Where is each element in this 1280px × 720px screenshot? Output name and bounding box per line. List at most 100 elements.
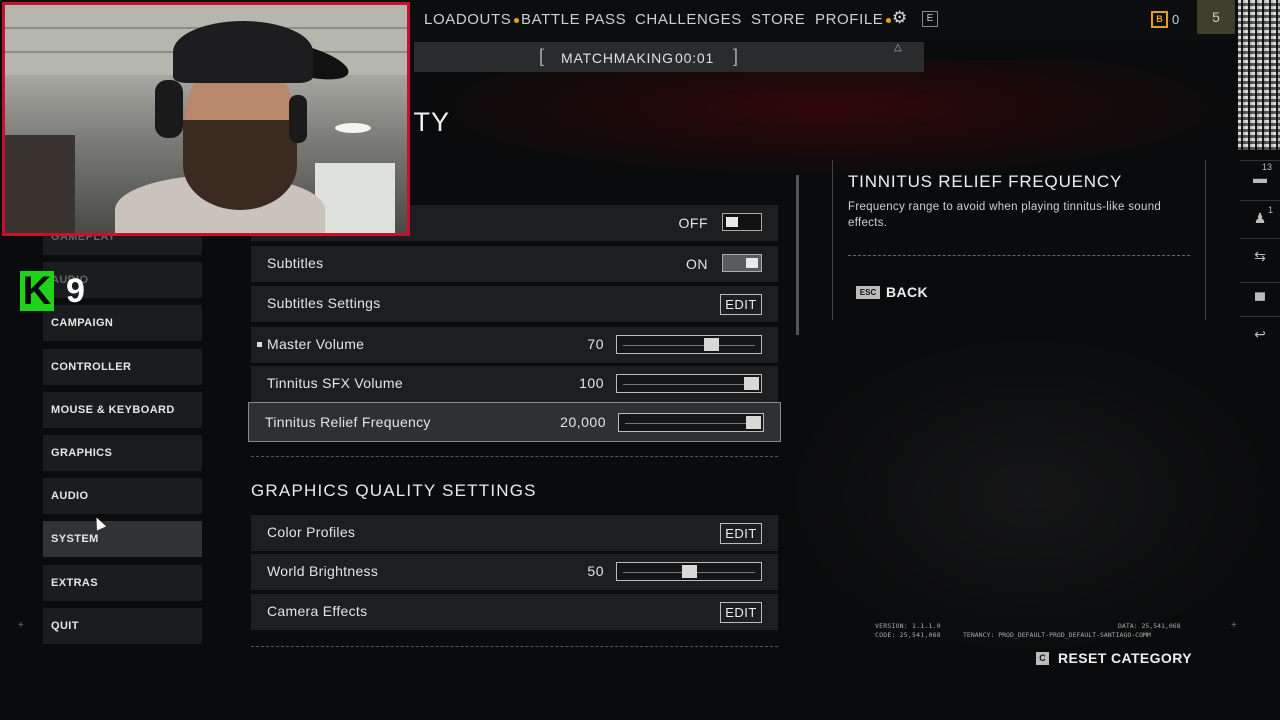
webcam-shelf — [5, 135, 75, 233]
setting-value: 50 — [587, 563, 604, 579]
currency-value: 0 — [1172, 12, 1180, 27]
sidebar-item-extras[interactable]: EXTRAS — [43, 565, 202, 601]
version-info: VERSION: 1.1.1.0 CODE: 25,541,068 — [875, 622, 941, 640]
notification-dot — [886, 17, 892, 23]
edit-button[interactable]: EDIT — [720, 602, 762, 623]
toggle-state: OFF — [678, 215, 708, 231]
webcam-person-beard — [183, 120, 297, 210]
setting-row-color-profiles[interactable]: Color Profiles EDIT — [251, 515, 778, 551]
description-text: Frequency range to avoid when playing ti… — [848, 201, 1162, 229]
setting-row-tinnitus-sfx-volume[interactable]: Tinnitus SFX Volume 100 — [251, 366, 778, 402]
setting-row-subtitles-settings[interactable]: Subtitles Settings EDIT — [251, 286, 778, 322]
k9-logo: K 9 — [20, 271, 96, 311]
slider-thumb[interactable] — [746, 416, 761, 429]
webcam-cap — [173, 21, 313, 83]
sidebar-item-mouse-keyboard[interactable]: MOUSE & KEYBOARD — [43, 392, 202, 428]
plus-icon: + — [18, 620, 24, 631]
setting-label: Subtitles — [267, 255, 324, 271]
headphones-icon — [289, 95, 307, 143]
section-divider — [251, 646, 778, 647]
sidebar-item-graphics[interactable]: GRAPHICS — [43, 435, 202, 471]
edit-button[interactable]: EDIT — [720, 523, 762, 544]
plus-icon: + — [1231, 620, 1237, 631]
tenancy-info: TENANCY: PROD_DEFAULT-PROD_DEFAULT-SANTI… — [963, 631, 1151, 639]
bracket-left: [ — [539, 46, 545, 66]
rank-badge[interactable]: 5 — [1197, 0, 1235, 34]
matchmaking-label: MATCHMAKING — [561, 50, 674, 66]
nav-profile[interactable]: PROFILE — [815, 11, 892, 28]
toggle-switch[interactable] — [722, 254, 762, 272]
sidebar-item-system[interactable]: SYSTEM — [43, 521, 202, 557]
nav-challenges[interactable]: CHALLENGES — [635, 11, 742, 28]
toggle-state: ON — [686, 256, 708, 272]
toggle-knob — [746, 258, 758, 268]
mail-count: 13 — [1262, 162, 1273, 172]
section-divider — [251, 456, 778, 457]
c-key-hint: C — [1036, 652, 1049, 665]
scrollbar[interactable] — [796, 175, 799, 335]
setting-row-camera-effects[interactable]: Camera Effects EDIT — [251, 594, 778, 630]
sidebar-item-audio[interactable]: AUDIO — [43, 478, 202, 514]
headphones-icon — [155, 80, 183, 138]
esc-key-hint: ESC — [856, 286, 880, 299]
nav-loadouts[interactable]: LOADOUTS — [424, 11, 520, 28]
back-button[interactable]: BACK — [886, 284, 928, 300]
party-icon[interactable]: ♟ — [1240, 200, 1280, 235]
toggle-switch[interactable] — [722, 213, 762, 231]
qr-code-pattern — [1238, 0, 1280, 150]
description-divider — [848, 255, 1190, 256]
setting-label: Subtitles Settings — [267, 295, 381, 311]
k9-logo-k: K — [20, 271, 54, 311]
section-title: GRAPHICS QUALITY SETTINGS — [251, 481, 537, 500]
frequency-slider[interactable] — [618, 413, 764, 432]
modified-indicator — [257, 342, 262, 347]
background-haze — [780, 330, 1280, 660]
webcam-door — [315, 163, 395, 233]
code-text: CODE: 25,541,068 — [875, 631, 941, 639]
setting-label: Tinnitus SFX Volume — [267, 375, 403, 391]
description-title: TINNITUS RELIEF FREQUENCY — [848, 172, 1123, 191]
setting-label: World Brightness — [267, 563, 379, 579]
edit-button[interactable]: EDIT — [720, 294, 762, 315]
setting-row-world-brightness[interactable]: World Brightness 50 — [251, 554, 778, 590]
notification-dot — [514, 17, 520, 23]
webcam-overlay — [2, 2, 410, 236]
nav-battle-pass[interactable]: BATTLE PASS — [521, 11, 626, 28]
bracket-right: ] — [733, 46, 739, 66]
sidebar-item-controller[interactable]: CONTROLLER — [43, 349, 202, 385]
exit-icon[interactable]: ↩ — [1240, 316, 1280, 351]
triangle-up-icon: △ — [894, 42, 902, 53]
setting-label: Master Volume — [267, 336, 365, 352]
setting-label: Color Profiles — [267, 524, 356, 540]
matchmaking-timer: 00:01 — [675, 50, 715, 66]
setting-value: 20,000 — [560, 414, 606, 430]
page-title: ITY — [405, 107, 451, 137]
toggle-knob — [726, 217, 738, 227]
sidebar-item-quit[interactable]: QUIT — [43, 608, 202, 644]
swap-icon[interactable]: ⇆ — [1240, 238, 1280, 273]
setting-row-subtitles[interactable]: Subtitles ON — [251, 246, 778, 282]
setting-row-master-volume[interactable]: Master Volume 70 — [251, 327, 778, 363]
slider-thumb[interactable] — [681, 565, 697, 578]
k9-logo-9: 9 — [66, 272, 85, 310]
setting-value: 70 — [587, 336, 604, 352]
nav-store[interactable]: STORE — [751, 11, 805, 28]
brightness-slider[interactable] — [616, 562, 762, 581]
party-count: 1 — [1268, 205, 1274, 215]
mail-icon[interactable]: ▬ — [1240, 160, 1280, 195]
setting-label: Camera Effects — [267, 603, 368, 619]
data-info: DATA: 25,541,068 — [1118, 622, 1181, 630]
volume-slider[interactable] — [616, 374, 762, 393]
setting-row-tinnitus-relief-frequency[interactable]: Tinnitus Relief Frequency 20,000 — [248, 402, 781, 442]
setting-label: Tinnitus Relief Frequency — [265, 414, 431, 430]
reset-category-button[interactable]: RESET CATEGORY — [1058, 650, 1192, 666]
gear-icon[interactable]: ⚙ — [892, 9, 910, 27]
setting-value: 100 — [579, 375, 604, 391]
volume-slider[interactable] — [616, 335, 762, 354]
slider-thumb[interactable] — [744, 377, 759, 390]
slider-thumb[interactable] — [704, 338, 719, 351]
e-key-hint: E — [922, 11, 938, 27]
currency-icon: B — [1151, 11, 1168, 28]
webcam-light — [335, 123, 371, 133]
chat-icon[interactable]: ▀ — [1240, 282, 1280, 317]
